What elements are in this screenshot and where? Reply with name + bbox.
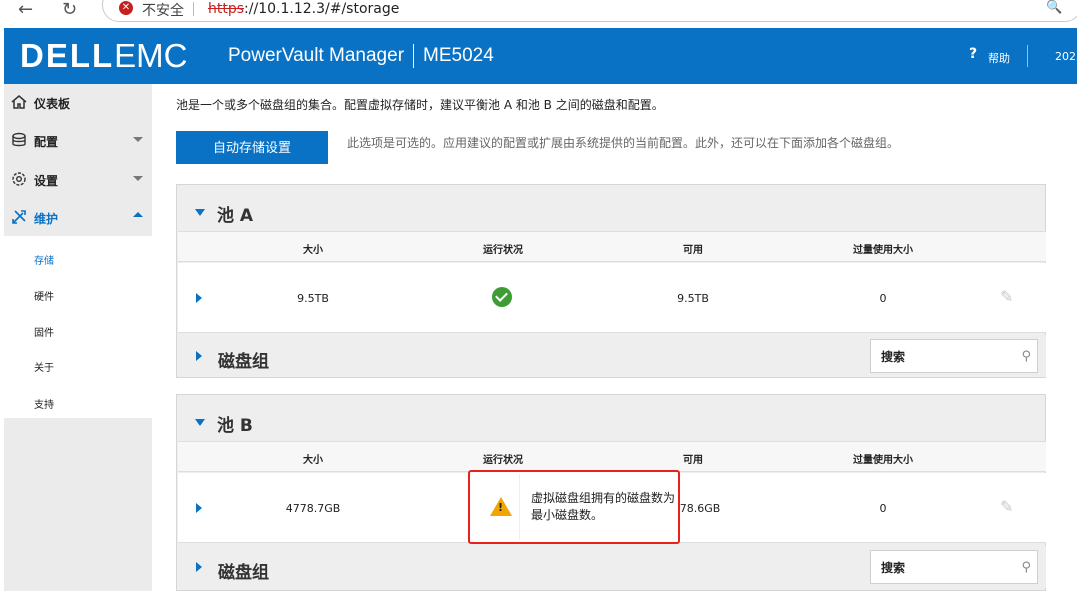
app-title: PowerVault Manager (228, 45, 405, 66)
help-icon[interactable]: ? (969, 46, 977, 62)
search-icon[interactable]: ⚲ (1021, 560, 1031, 575)
column-header-available: 可用 (683, 245, 703, 256)
submenu-item-support[interactable]: 支持 (34, 396, 54, 411)
collapse-icon[interactable] (195, 419, 205, 426)
column-header-overcommit: 过量使用大小 (853, 455, 913, 466)
logo-emc: EMC (114, 37, 188, 74)
submenu-item-about[interactable]: 关于 (34, 359, 54, 374)
dell-emc-logo: DELLEMC (20, 37, 188, 75)
table-row[interactable]: 9.5TB 9.5TB 0 ✎ (178, 263, 1046, 333)
warning-exclamation: ! (498, 501, 504, 514)
database-icon (12, 132, 26, 147)
pool-size: 9.5TB (297, 292, 329, 305)
pool-title[interactable]: 池 A (217, 201, 253, 226)
edit-icon[interactable]: ✎ (1000, 287, 1013, 306)
column-header-health: 运行状况 (483, 455, 523, 466)
sidebar-item-settings[interactable]: 设置 (4, 161, 152, 199)
url-text[interactable]: https://10.1.12.3/#/storage (208, 1, 399, 17)
pool-overcommit: 0 (879, 292, 887, 305)
disk-group-search[interactable]: 搜索 ⚲ (870, 339, 1038, 373)
sidebar-item-label: 设置 (34, 174, 59, 188)
expand-row-icon[interactable] (196, 503, 202, 513)
health-ok-icon (492, 287, 512, 307)
column-header-available: 可用 (683, 455, 703, 466)
pool-overcommit: 0 (879, 502, 887, 515)
sidebar-item-provisioning[interactable]: 配置 (4, 122, 152, 160)
column-header-health: 运行状况 (483, 245, 523, 256)
column-header-size: 大小 (303, 245, 323, 256)
expand-icon[interactable] (196, 351, 202, 361)
tooltip-text: 虚拟磁盘组拥有的磁盘数为最小磁盘数。 (531, 491, 676, 522)
pool-size: 4778.7GB (285, 502, 341, 515)
pool-available: 9.5TB (677, 292, 709, 305)
edit-icon[interactable]: ✎ (1000, 497, 1013, 516)
gear-icon (12, 172, 26, 186)
search-placeholder: 搜索 (881, 350, 906, 364)
zoom-icon[interactable]: 🔍 (1046, 0, 1062, 15)
pool-title[interactable]: 池 B (217, 411, 253, 436)
system-name: ME5024 (423, 45, 494, 66)
chevron-up-icon (133, 212, 143, 217)
submenu-item-hardware[interactable]: 硬件 (34, 288, 54, 303)
health-warning-tooltip: ! 虚拟磁盘组拥有的磁盘数为最小磁盘数。 (468, 470, 680, 544)
disk-group-label[interactable]: 磁盘组 (218, 558, 269, 583)
maintenance-submenu: 存储 硬件 固件 关于 支持 (4, 236, 152, 418)
url-divider (193, 2, 194, 16)
sidebar: 仪表板 配置 设置 维护 存储 硬件 固件 关于 支持 (4, 84, 152, 591)
disk-group-bar: 磁盘组 搜索 ⚲ (178, 335, 1046, 377)
sidebar-item-label: 仪表板 (34, 97, 71, 111)
pool-table-header: 大小 运行状况 可用 过量使用大小 (178, 231, 1046, 262)
storage-intro-text: 池是一个或多个磁盘组的集合。配置虚拟存储时，建议平衡池 A 和池 B 之间的磁盘… (176, 98, 664, 112)
column-header-overcommit: 过量使用大小 (853, 245, 913, 256)
chevron-down-icon (133, 176, 143, 181)
reload-icon[interactable]: ↻ (62, 1, 77, 19)
column-header-size: 大小 (303, 455, 323, 466)
home-icon (11, 95, 27, 109)
sidebar-item-label: 配置 (34, 135, 59, 149)
auto-storage-setup-button[interactable]: 自动存储设置 (176, 131, 328, 164)
help-link[interactable]: 帮助 (988, 50, 1010, 66)
disk-group-label[interactable]: 磁盘组 (218, 347, 269, 372)
search-icon[interactable]: ⚲ (1021, 349, 1031, 364)
disk-group-bar: 磁盘组 搜索 ⚲ (178, 546, 1046, 588)
header-date: 2025 (1055, 50, 1077, 63)
logo-dell: DELL (20, 37, 115, 74)
sidebar-item-label: 维护 (34, 212, 59, 226)
pool-table-header: 大小 运行状况 可用 过量使用大小 (178, 441, 1046, 472)
search-placeholder: 搜索 (881, 561, 906, 575)
app-header: DELLEMC PowerVault Manager ME5024 ? 帮助 2… (4, 28, 1077, 84)
title-divider (413, 44, 414, 68)
expand-row-icon[interactable] (196, 293, 202, 303)
header-divider (1027, 45, 1028, 67)
not-secure-icon[interactable]: ✕ (119, 1, 133, 15)
sidebar-item-dashboard[interactable]: 仪表板 (4, 84, 152, 122)
auto-setup-note: 此选项是可选的。应用建议的配置或扩展由系统提供的当前配置。此外，还可以在下面添加… (347, 136, 900, 150)
chevron-down-icon (133, 137, 143, 142)
tooltip-divider (519, 474, 520, 540)
tools-icon (12, 210, 26, 224)
security-label[interactable]: 不安全 (142, 0, 184, 20)
submenu-item-firmware[interactable]: 固件 (34, 324, 54, 339)
expand-icon[interactable] (196, 562, 202, 572)
browser-toolbar: ← ↻ ✕ 不安全 https://10.1.12.3/#/storage 🔍 (0, 0, 1077, 28)
disk-group-search[interactable]: 搜索 ⚲ (870, 550, 1038, 584)
url-path: ://10.1.12.3/#/storage (244, 1, 400, 17)
url-scheme: https (208, 1, 245, 17)
back-icon[interactable]: ← (18, 1, 33, 19)
pool-a-panel: 池 A 大小 运行状况 可用 过量使用大小 9.5TB 9.5TB 0 ✎ 磁盘… (176, 184, 1046, 378)
sidebar-item-maintenance[interactable]: 维护 (4, 199, 152, 237)
collapse-icon[interactable] (195, 209, 205, 216)
submenu-item-storage[interactable]: 存储 (34, 252, 54, 267)
